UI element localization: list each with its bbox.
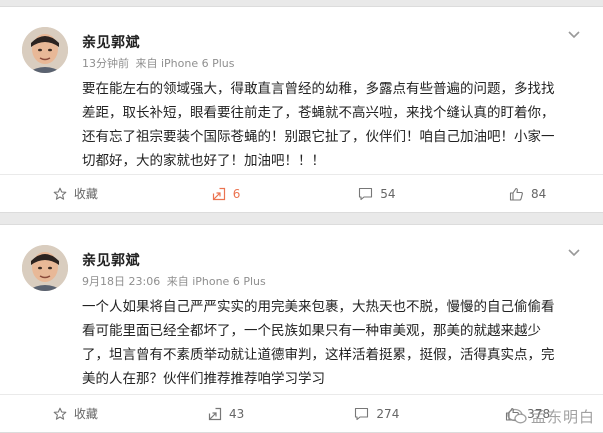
repost-icon — [212, 187, 225, 200]
favorite-button[interactable]: 收藏 — [0, 175, 151, 212]
comment-icon — [359, 187, 373, 200]
post-body-line: 一个人如果将自己严严实实的用完美来包裹，大热天也不脱，慢慢的自己偷偷看 — [82, 299, 555, 315]
repost-icon — [208, 407, 222, 420]
post-meta: 13分钟前 来自 iPhone 6 Plus — [82, 55, 235, 71]
action-bar: 收藏 6 54 84 — [0, 175, 603, 212]
post-body-line: 了，坦言曾有不素质举动就让道德审判，这样活着挺累，挺假，活得真实点，完 — [82, 347, 555, 363]
comment-count: 54 — [380, 186, 396, 201]
repost-button[interactable]: 43 — [151, 395, 302, 432]
post-body-line: 切都好，大的家就也好了！加油吧！！！ — [82, 153, 325, 169]
post-source: 来自 iPhone 6 Plus — [166, 275, 266, 288]
repost-count: 43 — [228, 406, 245, 421]
post-body-line: 美的人在那？伙伴们推荐推荐咱学习学习 — [82, 371, 325, 387]
post-meta: 9月18日 23:06 来自 iPhone 6 Plus — [82, 273, 266, 289]
like-button[interactable]: 84 — [452, 175, 603, 212]
wechat-icon — [507, 408, 527, 424]
favorite-label: 收藏 — [73, 407, 98, 421]
watermark: 孟东明白 — [507, 406, 595, 427]
post-body: 一个人如果将自己严严实实的用完美来包裹，大热天也不脱，慢慢的自己偷偷看 看可能里… — [82, 295, 582, 391]
star-icon — [53, 187, 67, 200]
post-body: 要在能左右的领域强大，得敢直言曾经的幼稚，多露点有些普遍的问题，多找找 差距，取… — [82, 77, 582, 173]
user-name[interactable]: 亲见郭斌 — [82, 250, 140, 270]
post-body-line: 差距，取长补短，眼看要往前走了，苍蝇就不高兴啦，来找个缝认真的盯着你， — [82, 105, 555, 121]
watermark-text: 孟东明白 — [530, 408, 595, 426]
avatar-image — [22, 27, 68, 73]
post-body-line: 要在能左右的领域强大，得敢直言曾经的幼稚，多露点有些普遍的问题，多找找 — [82, 81, 555, 97]
favorite-label: 收藏 — [73, 187, 98, 201]
repost-count: 6 — [232, 186, 241, 201]
chevron-down-icon[interactable] — [567, 248, 581, 258]
chevron-down-icon[interactable] — [567, 30, 581, 40]
weibo-post-1: 亲见郭斌 13分钟前 来自 iPhone 6 Plus 要在能左右的领域强大，得… — [0, 6, 603, 213]
star-icon — [53, 407, 67, 420]
like-count: 84 — [530, 186, 547, 201]
post-body-line: 看可能里面已经全都坏了，一个民族如果只有一种审美观，那美的就越来越少 — [82, 323, 541, 339]
avatar[interactable] — [22, 27, 68, 73]
post-time[interactable]: 13分钟前 — [82, 57, 129, 70]
post-body-line: 还有忘了祖宗要装个国际苍蝇的！别跟它扯了，伙伴们！咱自己加油吧！小家一 — [82, 129, 555, 145]
user-name[interactable]: 亲见郭斌 — [82, 32, 140, 52]
comment-count: 274 — [376, 406, 400, 421]
repost-button[interactable]: 6 — [151, 175, 302, 212]
post-time[interactable]: 9月18日 23:06 — [82, 275, 160, 288]
thumbs-up-icon — [509, 187, 523, 201]
comment-icon — [355, 407, 369, 420]
favorite-button[interactable]: 收藏 — [0, 395, 151, 432]
comment-button[interactable]: 274 — [302, 395, 453, 432]
weibo-post-2: 亲见郭斌 9月18日 23:06 来自 iPhone 6 Plus 一个人如果将… — [0, 224, 603, 433]
post-source: 来自 iPhone 6 Plus — [135, 57, 235, 70]
avatar-image — [22, 245, 68, 291]
comment-button[interactable]: 54 — [302, 175, 453, 212]
avatar[interactable] — [22, 245, 68, 291]
